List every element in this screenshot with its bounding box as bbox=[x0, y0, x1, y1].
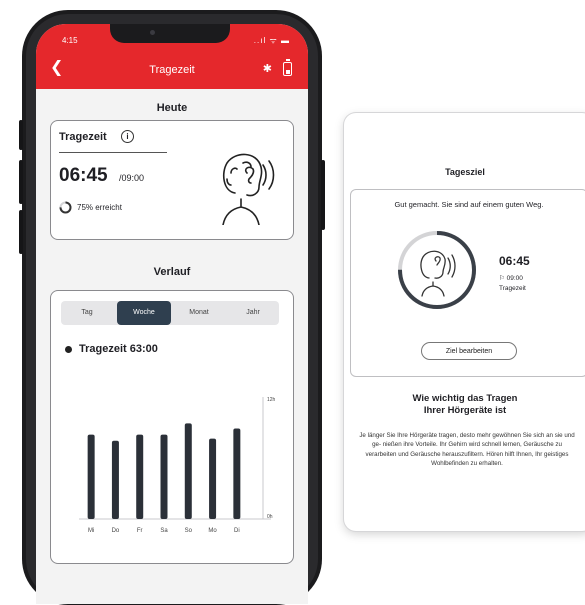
period-tabs: Tag Woche Monat Jahr bbox=[61, 301, 279, 325]
wear-time-card[interactable]: Tragezeit i 06:45 /09:00 75% erreicht bbox=[50, 120, 294, 240]
y-tick-label: 0h bbox=[267, 514, 273, 520]
wear-time-title: Tragezeit bbox=[59, 131, 107, 143]
x-tick-label: So bbox=[185, 528, 193, 534]
today-heading: Heute bbox=[156, 102, 188, 114]
goal-progress-ring bbox=[398, 231, 476, 309]
edit-goal-button[interactable]: Ziel bearbeiten bbox=[421, 342, 517, 360]
phone-side-button bbox=[19, 210, 23, 254]
divider bbox=[59, 152, 167, 153]
progress-text: 75% erreicht bbox=[77, 203, 122, 212]
bar-sa[interactable] bbox=[160, 434, 168, 519]
x-tick-label: Di bbox=[234, 528, 240, 534]
app-bar: 4:15 ..ıl ᯤ ▬ ❮ Tragezeit ✱ bbox=[36, 24, 308, 89]
goal-summary-box: Gut gemacht. Sie sind auf einem guten We… bbox=[350, 189, 585, 377]
bar-mi[interactable] bbox=[87, 434, 95, 519]
x-tick-label: Do bbox=[112, 528, 120, 534]
phone-side-button bbox=[19, 120, 23, 150]
goal-label: Tragezeit bbox=[499, 285, 526, 292]
bar-do[interactable] bbox=[111, 440, 119, 519]
tab-monat[interactable]: Monat bbox=[173, 301, 225, 325]
info-heading: Wie wichtig das Tragen Ihrer Hörgeräte i… bbox=[344, 393, 585, 417]
y-tick-label: 12h bbox=[267, 397, 276, 403]
goal-time-value: 06:45 bbox=[499, 254, 530, 268]
weekly-bar-chart: Mi Do Fr Sa So Mo Di 12h 0h bbox=[79, 397, 276, 534]
bar-fr[interactable] bbox=[136, 434, 144, 519]
bar-di[interactable] bbox=[233, 428, 241, 519]
phone-side-button bbox=[19, 160, 23, 204]
x-tick-label: Mi bbox=[88, 528, 94, 534]
x-tick-label: Fr bbox=[137, 528, 143, 534]
head-with-hearing-aid-icon bbox=[420, 250, 456, 297]
tab-woche[interactable]: Woche bbox=[117, 301, 171, 325]
status-icons: ..ıl ᯤ ▬ bbox=[253, 36, 290, 45]
phone-side-button bbox=[321, 160, 325, 230]
history-heading: Verlauf bbox=[153, 266, 191, 278]
head-with-hearing-aid-icon bbox=[222, 153, 275, 225]
x-tick-label: Mo bbox=[208, 528, 217, 534]
battery-icon[interactable] bbox=[283, 59, 292, 76]
daily-goal-card: Tagesziel Gut gemacht. Sie sind auf eine… bbox=[344, 113, 585, 531]
goal-title: Tagesziel bbox=[445, 167, 485, 177]
progress-ring-icon bbox=[59, 201, 72, 214]
x-tick-label: Sa bbox=[160, 528, 168, 534]
goal-message: Gut gemacht. Sie sind auf einem guten We… bbox=[394, 200, 544, 209]
app-screen: 4:15 ..ıl ᯤ ▬ ❮ Tragezeit ✱ Heute Tragez… bbox=[36, 24, 308, 604]
tab-tag[interactable]: Tag bbox=[61, 301, 113, 325]
bar-so[interactable] bbox=[184, 423, 192, 519]
status-time: 4:15 bbox=[62, 36, 78, 45]
info-heading-line2: Ihrer Hörgeräte ist bbox=[423, 405, 507, 416]
legend-dot bbox=[65, 346, 72, 353]
bluetooth-icon[interactable]: ✱ bbox=[263, 62, 272, 75]
info-icon[interactable]: i bbox=[121, 130, 134, 143]
series-label: Tragezeit 63:00 bbox=[79, 343, 158, 355]
tab-jahr[interactable]: Jahr bbox=[227, 301, 279, 325]
info-heading-line1: Wie wichtig das Tragen bbox=[412, 393, 518, 404]
goal-target: ⚐ 09:00 bbox=[499, 275, 523, 282]
camera-dot bbox=[150, 30, 155, 35]
phone-notch bbox=[110, 24, 230, 43]
wear-time-value: 06:45 bbox=[59, 165, 108, 186]
history-card: Tag Woche Monat Jahr Tragezeit 63:00 Mi D… bbox=[50, 290, 294, 564]
bar-mo[interactable] bbox=[209, 438, 217, 519]
info-text: Je länger Sie Ihre Hörgeräte tragen, des… bbox=[359, 432, 575, 468]
wear-time-goal: /09:00 bbox=[119, 173, 145, 183]
